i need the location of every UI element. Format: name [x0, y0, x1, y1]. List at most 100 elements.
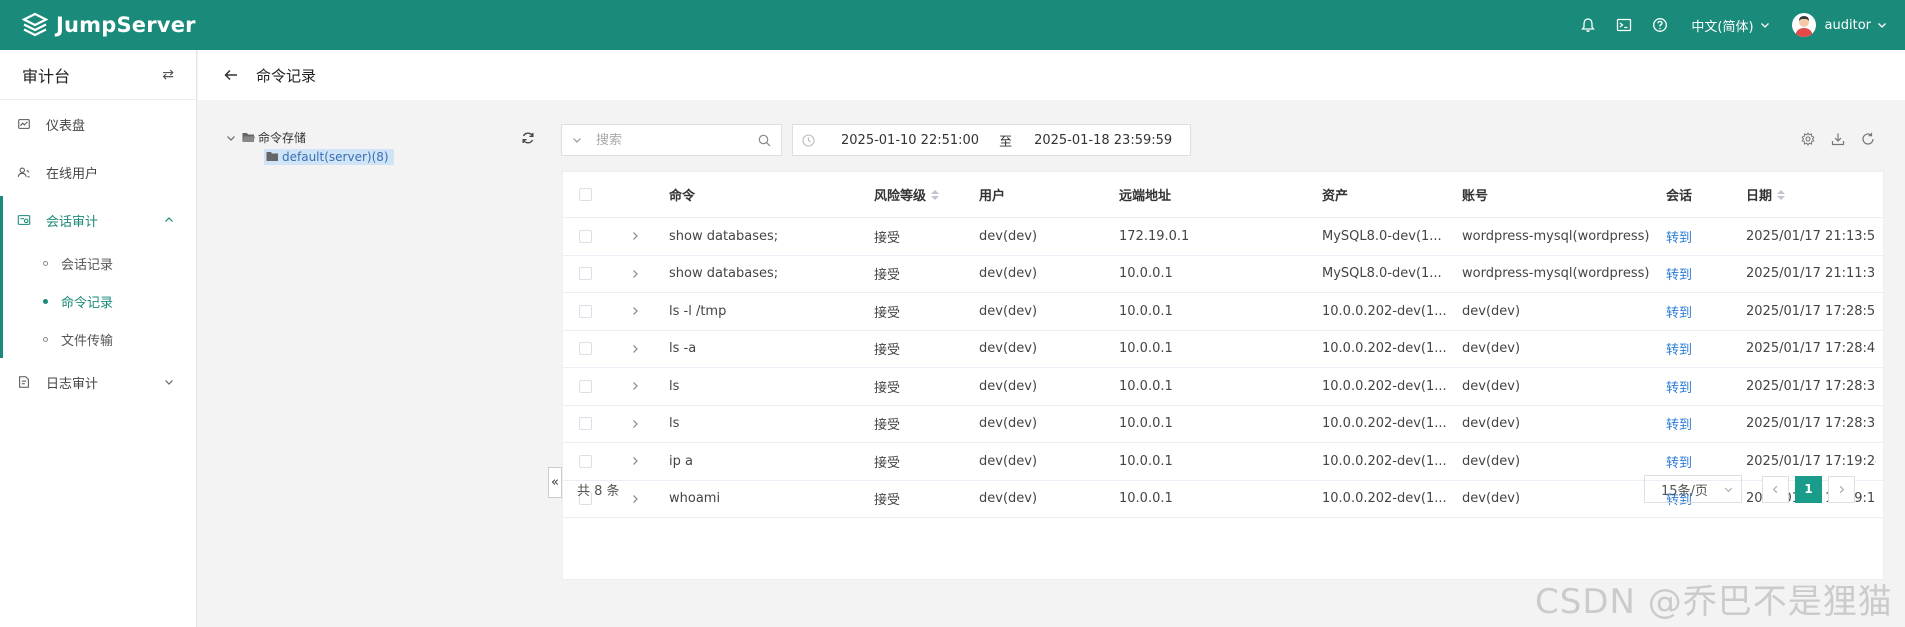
- chevron-right-icon[interactable]: [630, 269, 640, 279]
- row-select-cell: [563, 229, 603, 243]
- cell-date: 2025/01/17 17:28:35: [1746, 416, 1876, 432]
- session-goto-link[interactable]: 转到: [1666, 302, 1746, 321]
- brand-name: JumpServer: [56, 13, 196, 37]
- cell-remote-addr: 10.0.0.1: [1119, 416, 1173, 432]
- help-icon[interactable]: [1651, 16, 1669, 34]
- next-page-button[interactable]: [1828, 475, 1855, 503]
- row-checkbox[interactable]: [579, 342, 592, 356]
- session-goto-link[interactable]: 转到: [1666, 227, 1746, 246]
- cell-risk: 接受: [874, 268, 901, 284]
- sidebar: 审计台 ⇄ 仪表盘 在线用户 会话审计 会话记录 命令记录 文件传输 日志审计: [0, 50, 197, 627]
- cell-user: dev(dev): [979, 303, 1038, 319]
- cell-remote-addr: 10.0.0.1: [1119, 266, 1173, 282]
- row-checkbox[interactable]: [579, 304, 592, 318]
- cell-asset: 10.0.0.202-dev(1...: [1322, 303, 1447, 319]
- sort-icon[interactable]: [931, 189, 940, 200]
- chevron-right-icon[interactable]: [630, 381, 640, 391]
- table-row[interactable]: ls 接受 dev(dev) 10.0.0.1 10.0.0.202-dev(1... d…: [563, 368, 1883, 406]
- row-checkbox[interactable]: [579, 267, 592, 281]
- row-expand-cell: [603, 344, 669, 354]
- chevron-right-icon[interactable]: [630, 231, 640, 241]
- sidebar-item-online-users[interactable]: 在线用户: [0, 148, 196, 196]
- cell-date: 2025/01/17 17:28:41: [1746, 341, 1876, 357]
- tree-node-label: 命令存储: [258, 131, 307, 145]
- sidebar-subitem-file-transfer[interactable]: 文件传输: [3, 320, 196, 358]
- row-checkbox[interactable]: [579, 229, 592, 243]
- session-audit-icon: [16, 212, 32, 228]
- brand-logo[interactable]: JumpServer: [22, 12, 196, 38]
- language-selector[interactable]: 中文(简体): [1691, 16, 1769, 35]
- chevron-down-icon: [1760, 23, 1769, 28]
- download-icon[interactable]: [1831, 132, 1845, 146]
- session-goto-link[interactable]: 转到: [1666, 339, 1746, 358]
- header-risk[interactable]: 风险等级: [874, 185, 979, 204]
- table-row[interactable]: show databases; 接受 dev(dev) 172.19.0.1 MySQL…: [563, 218, 1883, 256]
- sidebar-item-dashboard[interactable]: 仪表盘: [0, 100, 196, 148]
- chevron-right-icon[interactable]: [630, 419, 640, 429]
- row-checkbox[interactable]: [579, 417, 592, 431]
- header-risk-label: 风险等级: [874, 189, 927, 204]
- cell-user: dev(dev): [979, 228, 1038, 244]
- row-checkbox[interactable]: [579, 379, 592, 393]
- table-row[interactable]: show databases; 接受 dev(dev) 10.0.0.1 MySQL8.…: [563, 256, 1883, 293]
- chevron-left-icon: [1772, 485, 1778, 493]
- refresh-icon[interactable]: [521, 131, 535, 145]
- table-header: 命令 风险等级 用户 远端地址 资产 账号 会话 日期: [563, 172, 1883, 218]
- chevron-down-icon[interactable]: [572, 135, 582, 145]
- table-row[interactable]: ls -a 接受 dev(dev) 10.0.0.1 10.0.0.202-dev(1.…: [563, 331, 1883, 368]
- date-range-picker[interactable]: 2025-01-10 22:51:00 至 2025-01-18 23:59:5…: [792, 124, 1191, 156]
- swap-view-icon[interactable]: ⇄: [162, 67, 174, 83]
- user-menu[interactable]: auditor: [1791, 13, 1887, 37]
- sidebar-item-session-audit[interactable]: 会话审计: [3, 196, 196, 244]
- date-end[interactable]: 2025-01-18 23:59:59: [1034, 133, 1172, 148]
- page-size-select[interactable]: 15条/页: [1644, 475, 1742, 503]
- table-row[interactable]: ls -l /tmp 接受 dev(dev) 10.0.0.1 10.0.0.202-d…: [563, 293, 1883, 331]
- chevron-up-icon: [165, 217, 173, 222]
- tree-node-selected[interactable]: default(server)(8): [264, 148, 394, 165]
- date-start[interactable]: 2025-01-10 22:51:00: [841, 133, 979, 148]
- cell-date: 2025/01/17 21:11:30: [1746, 266, 1876, 282]
- pagination: 共 8 条 15条/页 1: [563, 464, 1883, 514]
- page-size-value: 15条/页: [1661, 483, 1708, 499]
- folder-open-icon: [242, 133, 255, 142]
- collapse-tree-button[interactable]: «: [548, 467, 562, 498]
- chevron-down-icon: [1878, 23, 1886, 28]
- cell-asset: 10.0.0.202-dev(1...: [1322, 378, 1447, 394]
- sort-icon[interactable]: [1777, 189, 1786, 200]
- folder-icon: [266, 152, 278, 161]
- date-separator: 至: [999, 134, 1013, 150]
- chevron-right-icon[interactable]: [630, 344, 640, 354]
- table-tools: [1785, 132, 1875, 146]
- sidebar-item-log-audit[interactable]: 日志审计: [0, 358, 196, 406]
- terminal-icon[interactable]: [1615, 16, 1633, 34]
- session-goto-link[interactable]: 转到: [1666, 377, 1746, 396]
- sidebar-subitem-label: 会话记录: [61, 257, 114, 273]
- jumpserver-logo-icon: [22, 12, 48, 37]
- table-row[interactable]: ls 接受 dev(dev) 10.0.0.1 10.0.0.202-dev(1... d…: [563, 406, 1883, 443]
- tree-node-root[interactable]: 命令存储: [226, 128, 394, 147]
- cell-account: dev(dev): [1462, 378, 1521, 394]
- search-input[interactable]: [596, 132, 746, 148]
- header-date[interactable]: 日期: [1746, 185, 1876, 204]
- select-all-cell: [563, 188, 603, 201]
- chevron-right-icon[interactable]: [630, 306, 640, 316]
- search-bar[interactable]: [561, 124, 782, 156]
- search-icon[interactable]: [758, 134, 771, 147]
- cell-command: show databases;: [669, 228, 779, 244]
- cell-risk: 接受: [874, 343, 901, 359]
- session-goto-link[interactable]: 转到: [1666, 414, 1746, 433]
- refresh-icon[interactable]: [1861, 132, 1875, 146]
- sidebar-subitem-session-records[interactable]: 会话记录: [3, 244, 196, 282]
- back-arrow-icon[interactable]: [223, 67, 239, 83]
- session-goto-link[interactable]: 转到: [1666, 264, 1746, 283]
- prev-page-button[interactable]: [1762, 475, 1789, 503]
- log-audit-icon: [16, 374, 32, 390]
- select-all-checkbox[interactable]: [579, 188, 592, 201]
- settings-icon[interactable]: [1801, 132, 1815, 146]
- bell-icon[interactable]: [1579, 16, 1597, 34]
- sidebar-subitem-command-records[interactable]: 命令记录: [3, 282, 196, 320]
- page-number-current[interactable]: 1: [1795, 475, 1822, 503]
- tree-node-default-server[interactable]: default(server)(8): [264, 147, 394, 166]
- cell-account: dev(dev): [1462, 341, 1521, 357]
- chevron-down-icon[interactable]: [226, 133, 236, 143]
